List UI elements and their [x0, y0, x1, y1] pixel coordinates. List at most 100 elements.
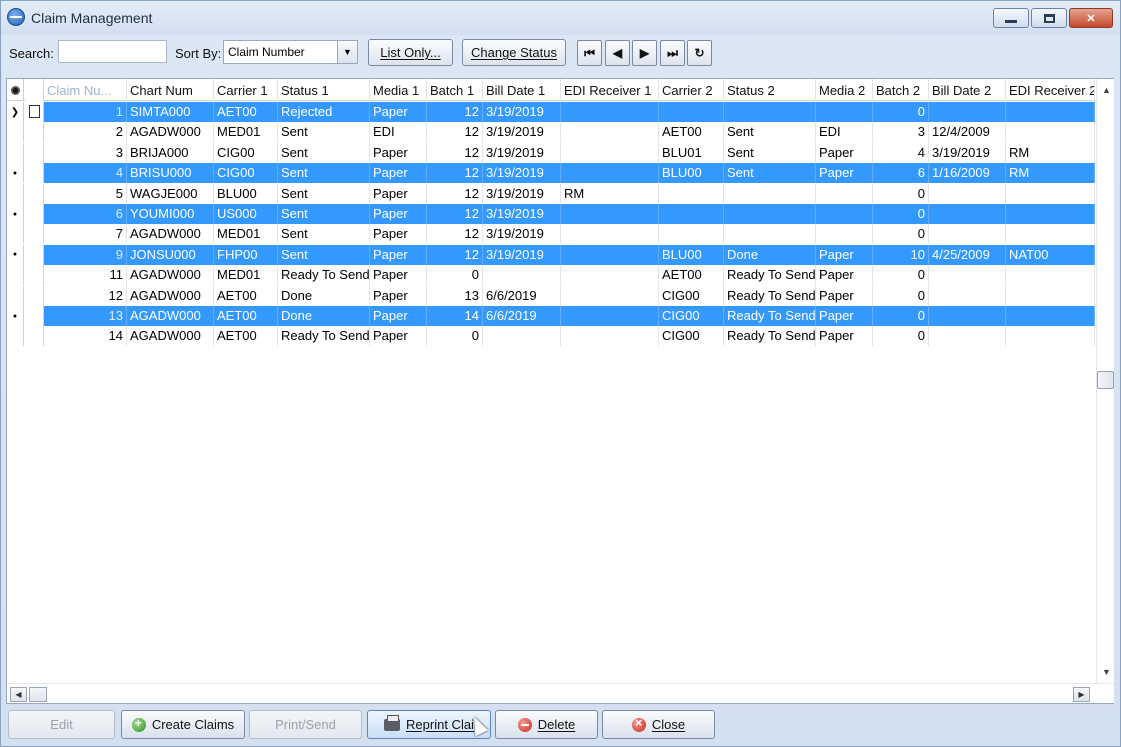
- cell-bill-date-1[interactable]: 3/19/2019: [483, 122, 561, 143]
- cell-carrier-2[interactable]: [659, 183, 724, 204]
- cell-carrier-1[interactable]: MED01: [214, 224, 278, 245]
- cell-status-1[interactable]: Ready To Send: [278, 326, 370, 347]
- cell-batch-1[interactable]: 13: [427, 285, 483, 306]
- cell-carrier-1[interactable]: AET00: [214, 306, 278, 326]
- cell-carrier-1[interactable]: AET00: [214, 285, 278, 306]
- cell-edi-receiver-1[interactable]: [561, 142, 659, 163]
- cell-edi-receiver-2[interactable]: [1006, 183, 1095, 204]
- vertical-scrollbar[interactable]: ▲ ▼: [1096, 79, 1114, 683]
- cell-chart-num[interactable]: AGADW000: [127, 285, 214, 306]
- close-window-button[interactable]: ✕: [1069, 8, 1113, 28]
- claims-grid[interactable]: Claim Nu... Chart Num Carrier 1 Status 1 Med…: [6, 78, 1114, 704]
- last-record-button[interactable]: ⏭: [660, 40, 685, 66]
- row-indicator[interactable]: [7, 142, 24, 163]
- vertical-scroll-thumb[interactable]: [1097, 371, 1114, 389]
- column-header-batch-1[interactable]: Batch 1: [427, 79, 483, 101]
- cell-bill-date-1[interactable]: 3/19/2019: [483, 163, 561, 184]
- cell-bill-date-2[interactable]: [929, 265, 1006, 286]
- cell-chart-num[interactable]: JONSU000: [127, 244, 214, 265]
- sort-by-select[interactable]: Claim Number ▼: [223, 40, 358, 64]
- table-row[interactable]: ❯ 1 SIMTA000 AET00 Rejected Paper 12 3/19/2019 0: [7, 102, 1095, 122]
- cell-media-2[interactable]: Paper: [816, 306, 873, 326]
- cell-status-1[interactable]: Sent: [278, 163, 370, 184]
- close-button[interactable]: Close: [602, 710, 715, 739]
- cell-claim-number[interactable]: 12: [44, 285, 127, 306]
- cell-claim-number[interactable]: 6: [44, 204, 127, 224]
- column-header-bill-date-2[interactable]: Bill Date 2: [929, 79, 1006, 101]
- cell-edi-receiver-1[interactable]: [561, 204, 659, 224]
- table-row[interactable]: 3 BRIJA000 CIG00 Sent Paper 12 3/19/2019 BLU01 S…: [7, 142, 1095, 163]
- cell-claim-number[interactable]: 13: [44, 306, 127, 326]
- cell-media-1[interactable]: Paper: [370, 265, 427, 286]
- select-all-indicator[interactable]: [7, 79, 24, 101]
- cell-batch-1[interactable]: 0: [427, 265, 483, 286]
- cell-edi-receiver-1[interactable]: [561, 306, 659, 326]
- cell-media-2[interactable]: [816, 102, 873, 122]
- row-indicator[interactable]: [7, 326, 24, 347]
- cell-carrier-2[interactable]: [659, 224, 724, 245]
- table-row[interactable]: ● 4 BRISU000 CIG00 Sent Paper 12 3/19/2019 BLU00…: [7, 163, 1095, 184]
- cell-bill-date-1[interactable]: 6/6/2019: [483, 306, 561, 326]
- cell-status-2[interactable]: [724, 102, 816, 122]
- cell-edi-receiver-2[interactable]: [1006, 102, 1095, 122]
- cell-status-2[interactable]: [724, 183, 816, 204]
- cell-claim-number[interactable]: 4: [44, 163, 127, 184]
- cell-media-1[interactable]: Paper: [370, 142, 427, 163]
- cell-claim-number[interactable]: 11: [44, 265, 127, 286]
- current-row-arrow-icon[interactable]: ❯: [7, 102, 24, 122]
- cell-bill-date-2[interactable]: [929, 326, 1006, 347]
- horizontal-scrollbar[interactable]: ◀ ▶: [7, 683, 1114, 703]
- cell-batch-1[interactable]: 12: [427, 122, 483, 143]
- cell-carrier-1[interactable]: AET00: [214, 102, 278, 122]
- column-header-media-1[interactable]: Media 1: [370, 79, 427, 101]
- cell-bill-date-1[interactable]: 3/19/2019: [483, 244, 561, 265]
- cell-media-1[interactable]: Paper: [370, 285, 427, 306]
- cell-batch-1[interactable]: 12: [427, 102, 483, 122]
- cell-status-1[interactable]: Ready To Send: [278, 265, 370, 286]
- table-row[interactable]: 14 AGADW000 AET00 Ready To Send Paper 0 CIG00 R…: [7, 326, 1095, 347]
- cell-bill-date-2[interactable]: 4/25/2009: [929, 244, 1006, 265]
- row-selected-dot-icon[interactable]: ●: [7, 163, 24, 184]
- cell-chart-num[interactable]: BRIJA000: [127, 142, 214, 163]
- scroll-down-icon[interactable]: ▼: [1102, 667, 1111, 677]
- cell-batch-2[interactable]: 0: [873, 265, 929, 286]
- cell-carrier-2[interactable]: BLU00: [659, 163, 724, 184]
- cell-chart-num[interactable]: AGADW000: [127, 306, 214, 326]
- cell-carrier-1[interactable]: US000: [214, 204, 278, 224]
- cell-batch-1[interactable]: 12: [427, 183, 483, 204]
- cell-bill-date-1[interactable]: 3/19/2019: [483, 142, 561, 163]
- cell-carrier-1[interactable]: AET00: [214, 326, 278, 347]
- table-row[interactable]: ● 13 AGADW000 AET00 Done Paper 14 6/6/2019 CIG00…: [7, 306, 1095, 326]
- cell-edi-receiver-1[interactable]: [561, 285, 659, 306]
- cell-bill-date-1[interactable]: 3/19/2019: [483, 102, 561, 122]
- cell-batch-2[interactable]: 0: [873, 102, 929, 122]
- cell-media-1[interactable]: Paper: [370, 326, 427, 347]
- cell-edi-receiver-2[interactable]: [1006, 326, 1095, 347]
- create-claims-button[interactable]: Create Claims: [121, 710, 245, 739]
- cell-status-1[interactable]: Sent: [278, 142, 370, 163]
- cell-status-1[interactable]: Done: [278, 285, 370, 306]
- scroll-up-icon[interactable]: ▲: [1102, 85, 1111, 95]
- cell-media-1[interactable]: Paper: [370, 204, 427, 224]
- cell-chart-num[interactable]: AGADW000: [127, 122, 214, 143]
- cell-batch-1[interactable]: 12: [427, 244, 483, 265]
- table-row[interactable]: 5 WAGJE000 BLU00 Sent Paper 12 3/19/2019 RM 0: [7, 183, 1095, 204]
- cell-edi-receiver-1[interactable]: [561, 244, 659, 265]
- cell-status-1[interactable]: Rejected: [278, 102, 370, 122]
- first-record-button[interactable]: ⏮: [577, 40, 602, 66]
- cell-edi-receiver-2[interactable]: [1006, 224, 1095, 245]
- cell-edi-receiver-1[interactable]: RM: [561, 183, 659, 204]
- table-row[interactable]: 11 AGADW000 MED01 Ready To Send Paper 0 AET00 R…: [7, 265, 1095, 286]
- cell-status-1[interactable]: Sent: [278, 244, 370, 265]
- cell-bill-date-2[interactable]: [929, 306, 1006, 326]
- cell-carrier-1[interactable]: CIG00: [214, 163, 278, 184]
- cell-claim-number[interactable]: 7: [44, 224, 127, 245]
- minimize-button[interactable]: [993, 8, 1029, 28]
- cell-edi-receiver-2[interactable]: NAT00: [1006, 244, 1095, 265]
- cell-batch-2[interactable]: 0: [873, 326, 929, 347]
- cell-status-1[interactable]: Sent: [278, 183, 370, 204]
- cell-carrier-1[interactable]: MED01: [214, 265, 278, 286]
- cell-bill-date-2[interactable]: 1/16/2009: [929, 163, 1006, 184]
- row-indicator[interactable]: [7, 122, 24, 143]
- refresh-button[interactable]: ↻: [687, 40, 712, 66]
